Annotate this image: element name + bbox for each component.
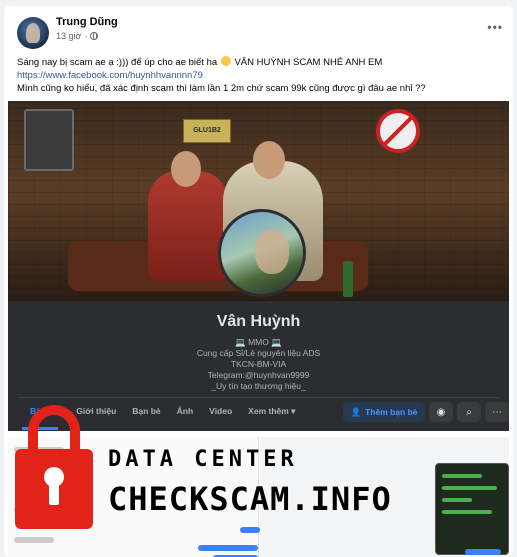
phone-screenshot bbox=[435, 463, 509, 555]
no-smoking-sign bbox=[376, 109, 420, 153]
post-text-line3: Mình cũng ko hiểu, đã xác định scam thì … bbox=[17, 83, 426, 94]
padlock-icon bbox=[15, 405, 93, 531]
watermark-title: DATA CENTER bbox=[108, 447, 298, 472]
tab-photos[interactable]: Ảnh bbox=[177, 406, 194, 417]
profile-bio-line: _Uy tín tạo thương hiệu_ bbox=[211, 381, 306, 391]
watermark-site: CHECKSCAM.INFO bbox=[108, 480, 392, 518]
more-horizontal-icon[interactable]: ⋯ bbox=[485, 402, 509, 422]
tab-more[interactable]: Xem thêm ▾ bbox=[248, 406, 295, 417]
license-plate: GLU1B2 bbox=[183, 119, 231, 143]
profile-link[interactable]: https://www.facebook.com/huynhhvannnn79 bbox=[17, 69, 507, 82]
emoji-icon bbox=[220, 56, 231, 66]
author-name[interactable]: Trung Dũng bbox=[56, 16, 118, 28]
profile-bio-line: 💻 MMO 💻 bbox=[235, 337, 282, 347]
add-friend-icon: 👤 bbox=[350, 406, 362, 417]
profile-screenshot[interactable]: GLU1B2 Vân Huỳnh 💻 MMO 💻 Cung cấp Sỉ/Lẻ … bbox=[8, 101, 509, 431]
more-horizontal-icon[interactable]: ••• bbox=[487, 20, 503, 34]
post-text-scam-name: VĂN HUỲNH SCAM NHÉ ANH EM bbox=[234, 57, 383, 68]
profile-name: Vân Huỳnh bbox=[216, 313, 301, 330]
post-text: Sáng nay bị scam ae ạ :))) để úp cho ae … bbox=[17, 56, 507, 95]
author-avatar[interactable] bbox=[17, 17, 49, 49]
profile-bio-line: Telegram:@huynhvan9999 bbox=[207, 370, 310, 380]
add-friend-label: Thêm bạn bè bbox=[365, 407, 418, 417]
profile-bio-line: Cung cấp Sỉ/Lẻ nguyên liệu ADS bbox=[196, 348, 321, 358]
add-friend-button[interactable]: 👤 Thêm bạn bè bbox=[343, 402, 425, 422]
globe-icon bbox=[90, 32, 99, 40]
post-text-line1: Sáng nay bị scam ae ạ :))) để úp cho ae … bbox=[17, 57, 218, 68]
wall-sign bbox=[24, 109, 74, 171]
search-icon[interactable]: ⌕ bbox=[457, 402, 481, 422]
post-meta: 13 giờ · bbox=[56, 31, 99, 41]
messenger-icon[interactable]: ◉ bbox=[429, 402, 453, 422]
profile-bio-line: TKCN-BM-VIA bbox=[230, 359, 287, 369]
profile-picture bbox=[218, 209, 306, 297]
post-time[interactable]: 13 giờ bbox=[56, 31, 81, 41]
tab-friends[interactable]: Bạn bè bbox=[132, 406, 160, 417]
tab-video[interactable]: Video bbox=[209, 406, 232, 417]
